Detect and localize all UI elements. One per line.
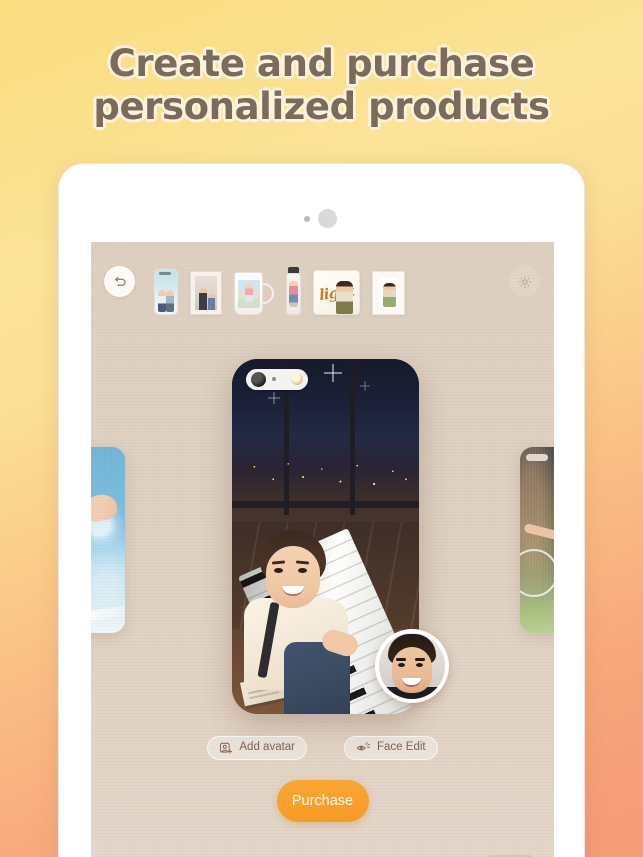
mug-body (234, 272, 263, 315)
avatar-eyebrow-left (396, 658, 406, 661)
sensor-dot-icon (318, 209, 337, 228)
undo-button[interactable] (104, 266, 135, 297)
bicycle-wheel (520, 549, 554, 597)
mug-thumb-icon (234, 271, 274, 315)
light-flare (520, 447, 554, 633)
microphone-icon (272, 377, 276, 381)
add-avatar-button[interactable]: Add avatar (207, 736, 308, 760)
diving-board (91, 604, 125, 624)
pillow-thumb-icon: light (313, 270, 360, 315)
settings-button[interactable] (509, 266, 540, 297)
avatar-eye-left (398, 663, 405, 667)
app-root: Create and purchase personalized product… (0, 0, 643, 857)
flash-icon (291, 373, 303, 385)
carousel-preview-left[interactable] (91, 447, 125, 633)
face-edit-label: Face Edit (377, 741, 426, 754)
bottle-body (286, 273, 301, 315)
page-title-line-2: personalized products (93, 85, 550, 128)
gear-icon (518, 275, 531, 288)
figure-eye-right (298, 568, 307, 573)
page-title-line-1: Create and purchase (108, 42, 535, 85)
thumbnail-phone-case-couple[interactable] (154, 267, 178, 315)
carousel-preview-right[interactable] (520, 447, 554, 633)
camera-lens-icon (251, 372, 266, 387)
product-thumbnail-strip[interactable]: light (154, 260, 494, 315)
face-edit-button[interactable]: Face Edit (344, 736, 438, 760)
avatar-eyebrow-right (415, 658, 425, 661)
case-camera-cutout (246, 369, 308, 390)
sparkle-icon (324, 364, 342, 382)
undo-arrow-icon (114, 276, 126, 286)
sparkle-icon (268, 392, 280, 404)
mug-artwork (238, 280, 260, 308)
figure-left (199, 288, 207, 310)
add-avatar-label: Add avatar (239, 741, 296, 754)
avatar-eye-right (416, 663, 423, 667)
thumbnail-water-bottle[interactable] (286, 267, 301, 315)
art-frame-thumb-icon (372, 271, 405, 315)
avatar[interactable] (375, 629, 449, 703)
thumbnail-pillow[interactable]: light (313, 267, 360, 315)
thumbnail-framed-art[interactable] (372, 267, 405, 315)
avatar-photo-icon (379, 633, 445, 699)
camera-dot-icon (304, 216, 310, 222)
bottle-thumb-icon (286, 267, 301, 315)
face-edit-icon (356, 742, 371, 751)
night-city-lights (232, 444, 419, 501)
page-title: Create and purchase personalized product… (0, 42, 643, 128)
phone-case-thumb-icon (154, 269, 178, 315)
sparkle-icon (360, 381, 370, 391)
action-pill-row: Add avatar Face Edit (91, 736, 554, 760)
figure-face (266, 546, 320, 608)
tablet-top-bezel (59, 164, 584, 242)
thumbnail-photo-frame[interactable] (190, 267, 222, 315)
frame-artwork (195, 276, 217, 310)
editor-canvas: light (91, 242, 554, 857)
thumbnail-mug[interactable] (234, 267, 274, 315)
framed-photo-thumb-icon (190, 271, 222, 315)
tablet-device-frame: light (58, 163, 585, 857)
figure-eye-left (274, 568, 283, 573)
purchase-button[interactable]: Purchase (276, 780, 369, 822)
art-frame-artwork (380, 278, 397, 308)
pillow-figure (336, 281, 353, 314)
figure-right (208, 294, 215, 310)
portrait-figure (238, 524, 361, 714)
figure-right (166, 290, 174, 312)
figure-left (158, 290, 166, 312)
add-avatar-icon (220, 742, 233, 754)
window-sill (232, 501, 419, 508)
